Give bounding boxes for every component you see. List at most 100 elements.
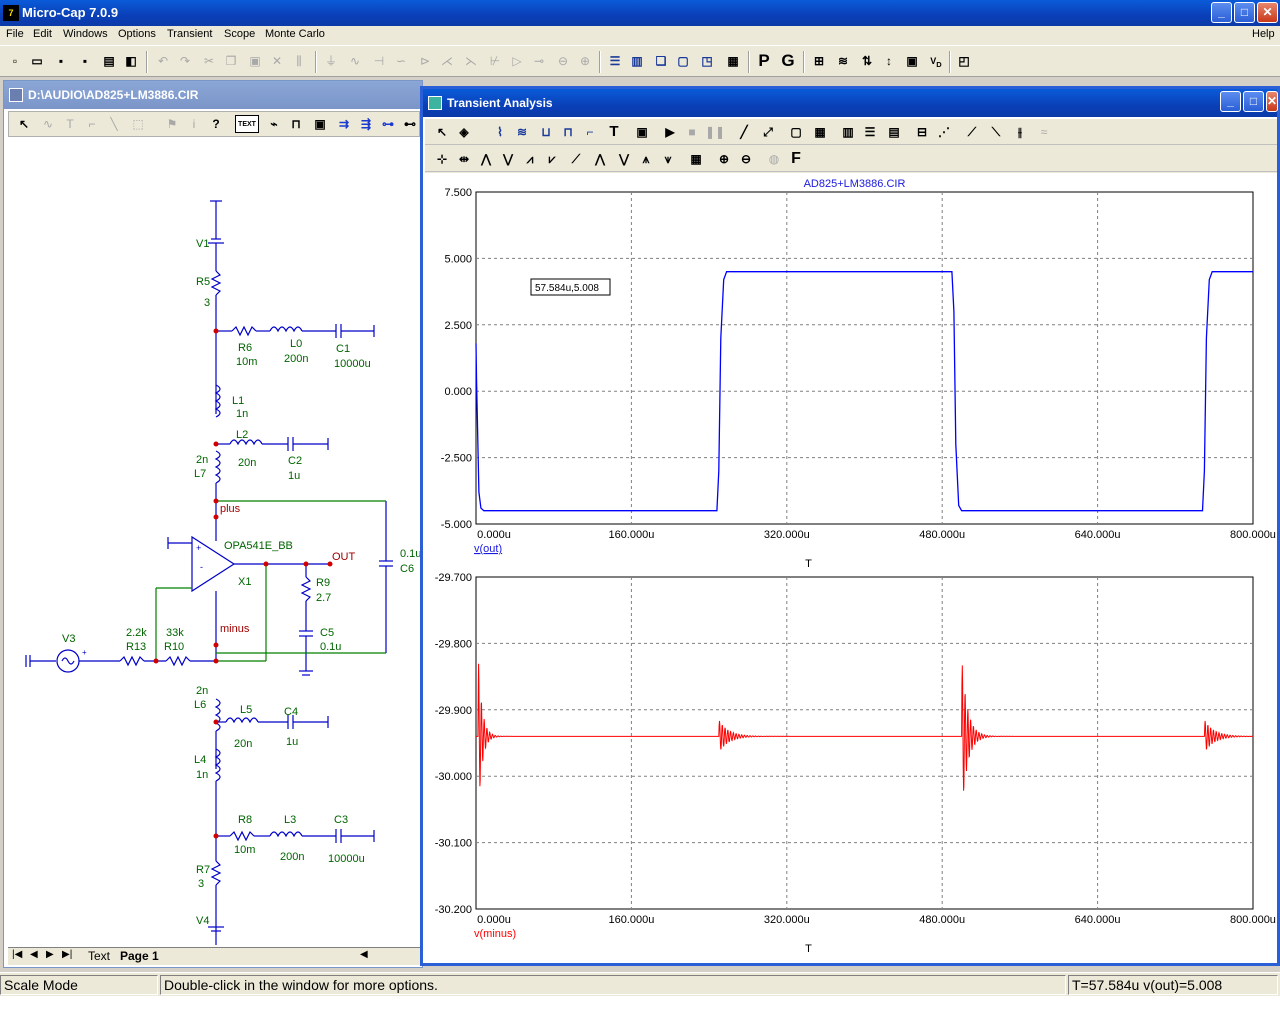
step-icon[interactable]: ⌐ (581, 123, 599, 141)
peak-find-icon[interactable]: ⋀ (477, 150, 495, 168)
zoom-in-icon[interactable]: ⊕ (715, 150, 733, 168)
transient-plots[interactable]: AD825+LM3886.CIR 7.500 5.000 2.500 0.000 -2.… (423, 175, 1277, 965)
inflection-icon[interactable]: ⟋ (567, 150, 585, 168)
copy-icon[interactable]: ❐ (222, 52, 240, 70)
menu-help[interactable]: Help (1252, 28, 1275, 40)
run-icon[interactable]: ▶ (661, 123, 679, 141)
undo-icon[interactable]: ↶ (154, 52, 172, 70)
new-icon[interactable]: ▫ (6, 52, 24, 70)
stop-icon[interactable]: ■ (683, 123, 701, 141)
wire-icon[interactable]: ∿ (39, 115, 57, 133)
line-icon[interactable]: ╱ (735, 123, 753, 141)
probe-icon[interactable]: ↕ (880, 52, 898, 70)
text-tool-button[interactable]: TEXT (235, 115, 259, 133)
window-icon[interactable]: ▢ (674, 52, 692, 70)
image-icon[interactable]: ▣ (903, 52, 921, 70)
bracket-icon[interactable]: ⊔ (537, 123, 555, 141)
pin-connect-icon[interactable]: ⊷ (401, 115, 419, 133)
cursor-valley-icon[interactable]: ⇹ (455, 150, 473, 168)
table-icon[interactable]: ▦ (687, 150, 705, 168)
menu-file[interactable]: File (6, 28, 24, 40)
minor-grid-icon[interactable]: ▥ (839, 123, 857, 141)
ortho-wire-icon[interactable]: ⌐ (83, 115, 101, 133)
g-button[interactable]: G (779, 52, 797, 70)
global-high-icon[interactable]: ⋀ (591, 150, 609, 168)
text-tool-icon[interactable]: T (605, 123, 623, 141)
resistor-icon[interactable]: ∿ (346, 52, 364, 70)
schematic-diagram[interactable]: - + + V1 R5 3 R6 10m L0 200n C1 10000u L… (8, 139, 421, 966)
globe-icon[interactable]: ◍ (765, 150, 783, 168)
valley-find-icon[interactable]: ⋁ (499, 150, 517, 168)
select-arrow-icon[interactable]: ↖ (15, 115, 33, 133)
schematic-title-bar[interactable]: D:\AUDIO\AD825+LM3886.CIR (4, 81, 422, 109)
node-number-icon[interactable]: ▣ (311, 115, 329, 133)
arrows-icon[interactable]: ⇅ (858, 52, 876, 70)
menu-edit[interactable]: Edit (33, 28, 52, 40)
scale-icon[interactable]: ⌇ (491, 123, 509, 141)
baseline-icon[interactable]: ⊟ (913, 123, 931, 141)
wave-icon[interactable]: ≋ (513, 123, 531, 141)
cursor-right-icon[interactable]: ⟍ (987, 123, 1005, 141)
cut-icon[interactable]: ✂ (200, 52, 218, 70)
high-icon[interactable]: ⩘ (521, 150, 539, 168)
delete-icon[interactable]: ✕ (268, 52, 286, 70)
shape-icon[interactable]: ⬚ (129, 115, 147, 133)
transient-maximize-button[interactable]: □ (1243, 91, 1264, 112)
pnp-icon[interactable]: ⊬ (486, 52, 504, 70)
opamp-icon[interactable]: ▷ (508, 52, 526, 70)
zoom-out-icon[interactable]: ⊖ (737, 150, 755, 168)
first-page-icon[interactable]: |◀ (12, 949, 22, 960)
bottom-icon[interactable]: ⩛ (659, 150, 677, 168)
global-low-icon[interactable]: ⋁ (615, 150, 633, 168)
tile-vertical-icon[interactable]: ▥ (628, 52, 646, 70)
flag-icon[interactable]: ⚑ (163, 115, 181, 133)
shape-tool-icon[interactable]: ◈ (455, 123, 473, 141)
properties-icon[interactable]: ▣ (633, 123, 651, 141)
menu-scope[interactable]: Scope (224, 28, 255, 40)
cursor-both-icon[interactable]: ⫲ (1011, 123, 1029, 141)
cascade-icon[interactable]: ❏ (652, 52, 670, 70)
tokens-icon[interactable]: ⋰ (935, 123, 953, 141)
plot2-series-label[interactable]: v(minus) (474, 928, 516, 940)
scope-icon[interactable]: ◰ (955, 52, 973, 70)
menu-transient[interactable]: Transient (167, 28, 212, 40)
minimize-button[interactable]: _ (1211, 2, 1232, 23)
print-icon[interactable]: ▤ (100, 52, 118, 70)
cursor-left-icon[interactable]: ⟋ (963, 123, 981, 141)
series-v-minus-line[interactable] (476, 663, 1254, 791)
diagonal-wire-icon[interactable]: ╲ (105, 115, 123, 133)
capacitor-icon[interactable]: ⊣ (370, 52, 388, 70)
info-icon[interactable]: i (185, 115, 203, 133)
pause-icon[interactable]: ❚❚ (705, 123, 725, 141)
source-icon[interactable]: ⊸ (530, 52, 548, 70)
save-all-icon[interactable]: ▪ (76, 52, 94, 70)
paste-icon[interactable]: ▣ (246, 52, 264, 70)
window-split-icon[interactable]: ◳ (698, 52, 716, 70)
current-icon[interactable]: ⇉ (335, 115, 353, 133)
next-page-icon[interactable]: ▶ (46, 949, 54, 960)
help-pointer-icon[interactable]: ? (207, 115, 225, 133)
vlines-icon[interactable]: ▤ (885, 123, 903, 141)
battery-icon[interactable]: ⊖ (554, 52, 572, 70)
top-icon[interactable]: ⩚ (637, 150, 655, 168)
calculator-icon[interactable]: ▦ (724, 52, 742, 70)
text-icon[interactable]: T (61, 115, 79, 133)
waveform-icon[interactable]: ≋ (834, 52, 852, 70)
menu-windows[interactable]: Windows (63, 28, 108, 40)
grid-icon[interactable]: ▦ (811, 123, 829, 141)
tab-page-1[interactable]: Page 1 (120, 949, 159, 963)
scroll-left-icon[interactable]: ◀ (360, 949, 368, 960)
vd-icon[interactable]: VD (927, 52, 945, 70)
menu-monte-carlo[interactable]: Monte Carlo (265, 28, 325, 40)
inductor-icon[interactable]: ∽ (392, 52, 410, 70)
close-button[interactable]: ✕ (1257, 2, 1278, 23)
transient-close-button[interactable]: ✕ (1266, 91, 1278, 112)
component-icon[interactable]: ⫼ (290, 52, 308, 70)
plot1-series-label[interactable]: v(out) (474, 543, 502, 555)
last-page-icon[interactable]: ▶| (62, 949, 72, 960)
transient-title-bar[interactable]: Transient Analysis _ □ ✕ (423, 89, 1278, 117)
tile-horizontal-icon[interactable]: ☰ (606, 52, 624, 70)
transient-analysis-window[interactable]: Transient Analysis _ □ ✕ ↖ ◈ ⌇ ≋ ⊔ ⊓ ⌐ T… (420, 86, 1280, 966)
redo-icon[interactable]: ↷ (176, 52, 194, 70)
transient-minimize-button[interactable]: _ (1220, 91, 1241, 112)
